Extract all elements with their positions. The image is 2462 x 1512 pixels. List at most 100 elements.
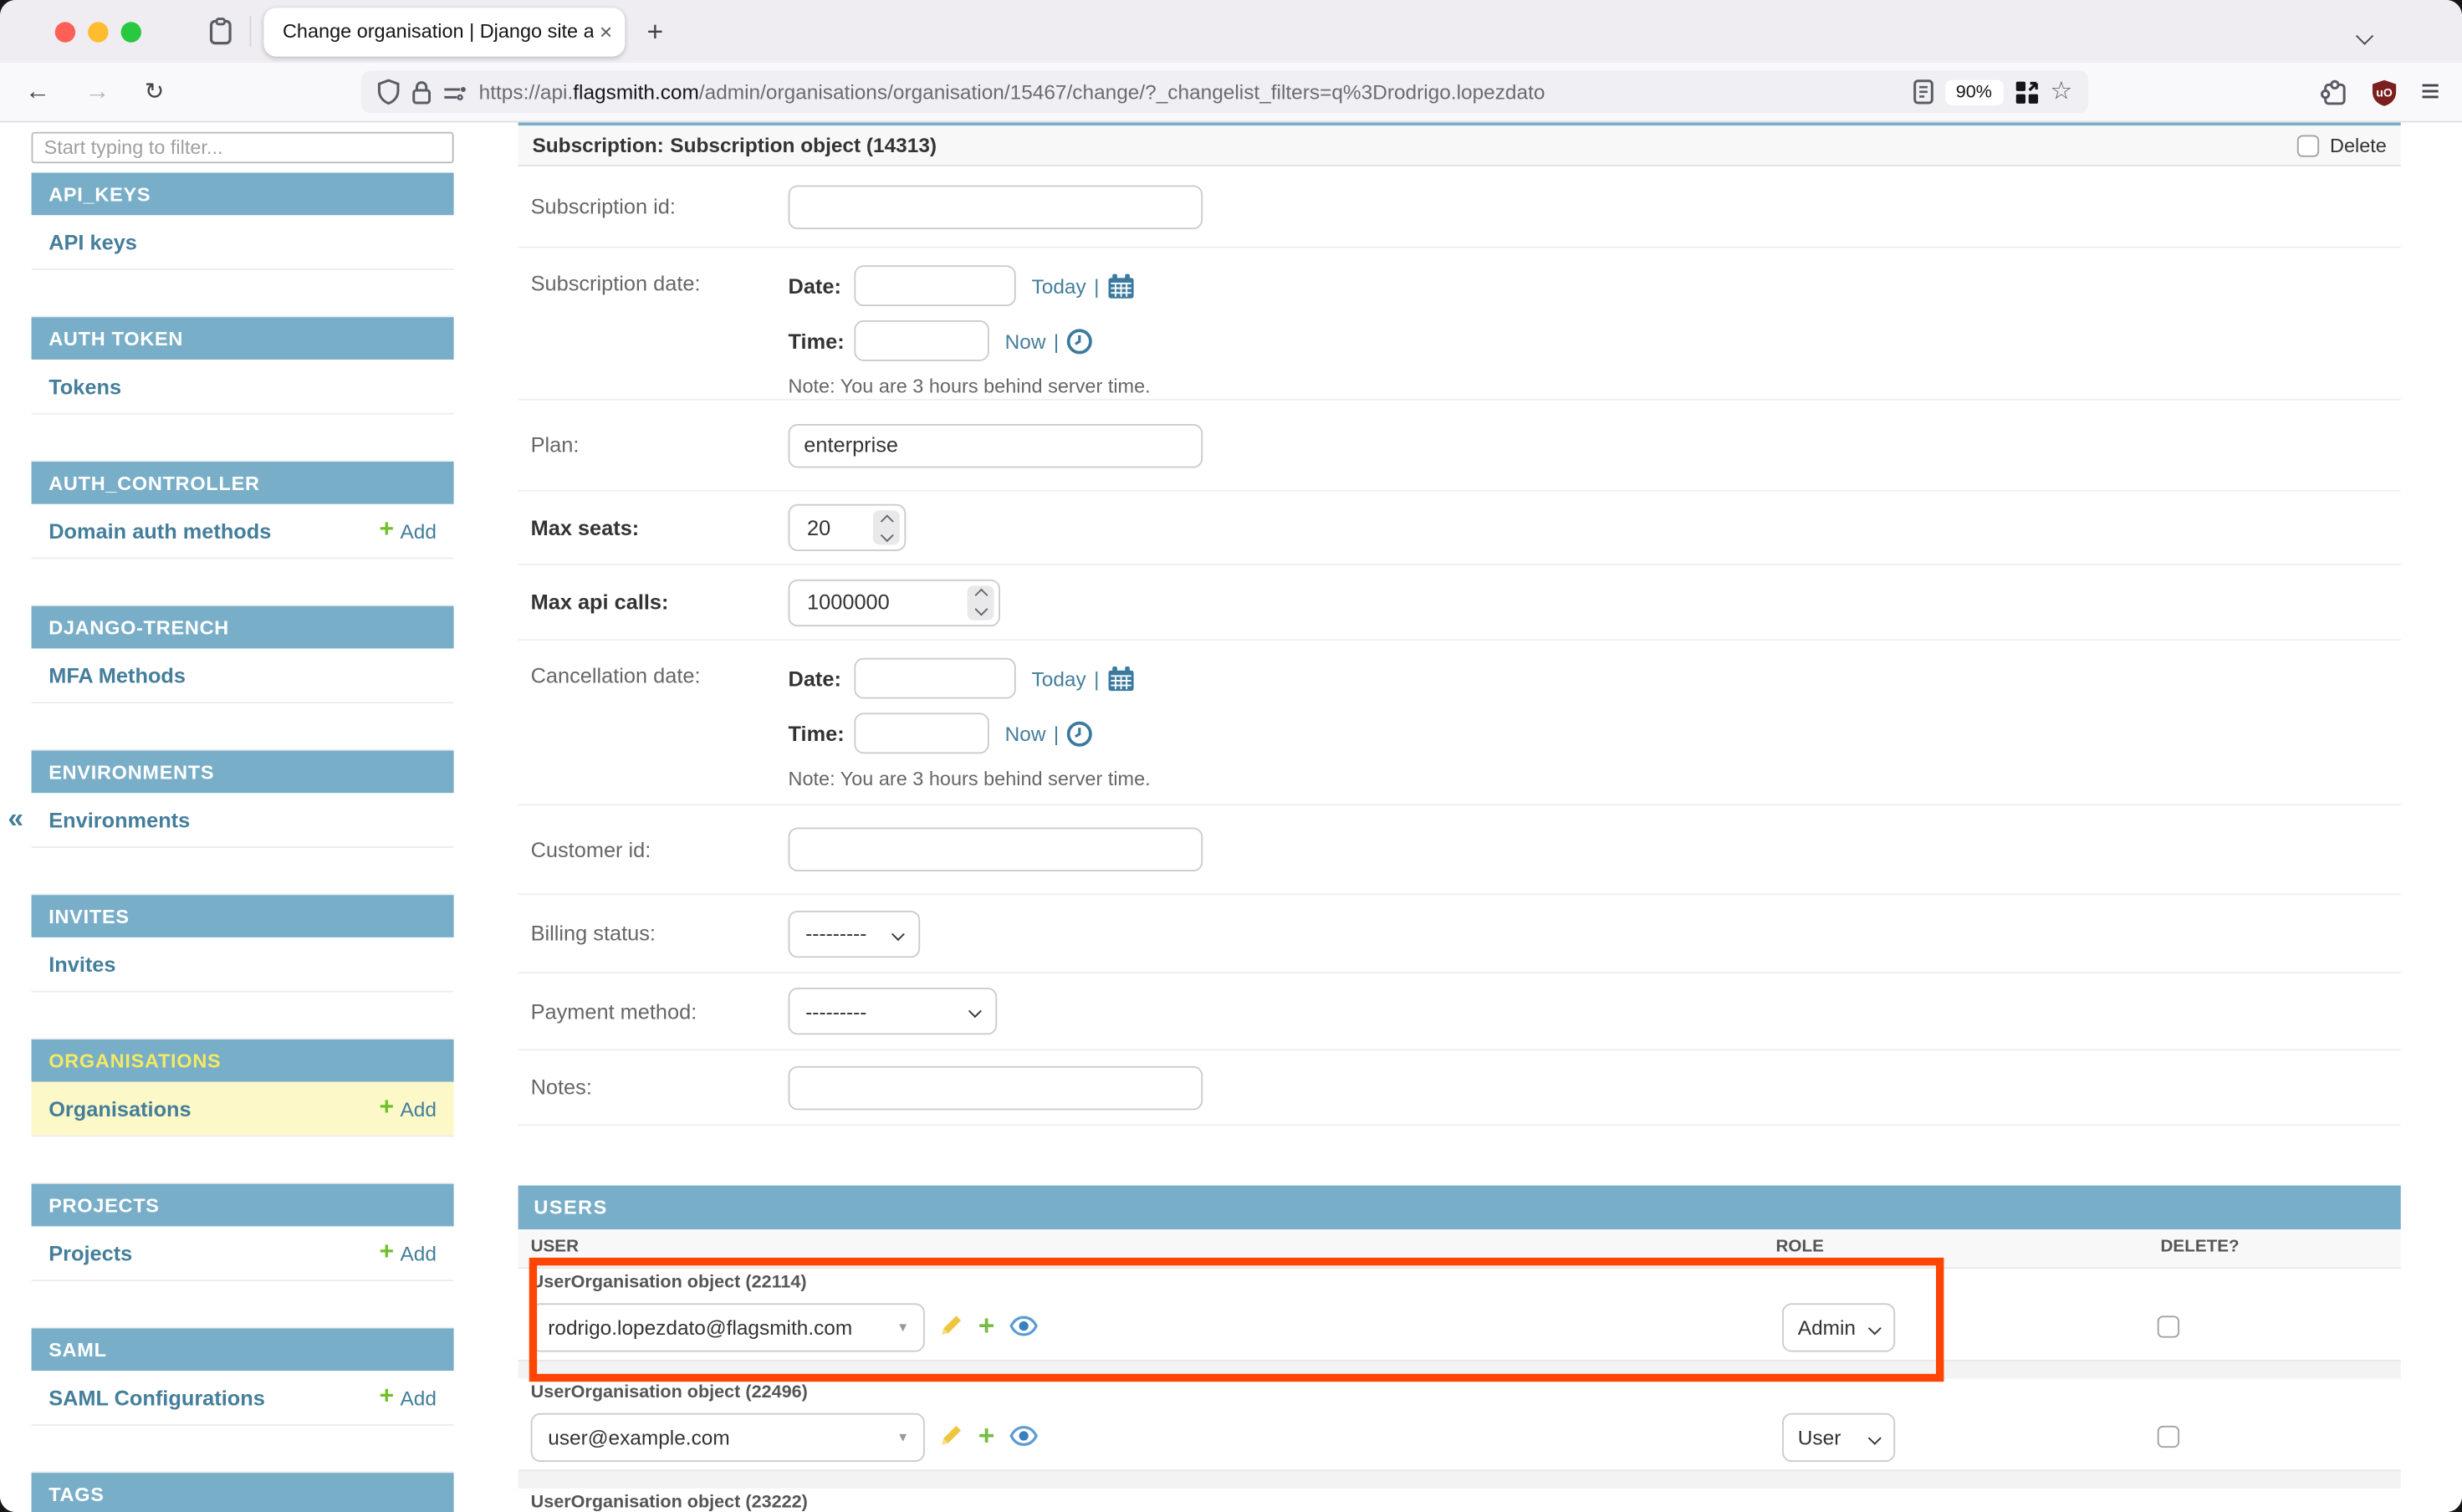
zoom-level-badge[interactable]: 90% — [1945, 79, 2004, 105]
notes-input[interactable] — [789, 1065, 1203, 1110]
window-close-button[interactable] — [55, 21, 75, 41]
cancellation-date-input[interactable] — [854, 658, 1015, 699]
edit-pencil-icon[interactable] — [939, 1313, 964, 1338]
role-select[interactable]: Admin — [1782, 1303, 1895, 1351]
cancellation-date-row: Cancellation date: Date: Today | Time: — [518, 641, 2401, 805]
sidebar-collapse-icon[interactable]: « — [8, 802, 23, 835]
spinner-icon[interactable] — [968, 585, 994, 619]
sidebar-filter-input[interactable] — [32, 132, 454, 164]
plan-row: Plan: — [518, 401, 2401, 492]
tracking-shield-icon[interactable] — [377, 79, 401, 105]
section-spacer — [32, 415, 454, 462]
calendar-icon[interactable] — [1107, 665, 1136, 692]
sidebar-item-saml-configurations[interactable]: SAML Configurations +Add — [32, 1371, 454, 1426]
max-api-calls-input[interactable] — [804, 589, 904, 616]
plan-input[interactable] — [789, 423, 1203, 467]
user-select[interactable]: rodrigo.lopezdato@flagsmith.com▼ — [531, 1303, 925, 1351]
add-link[interactable]: +Add — [379, 1240, 437, 1265]
window-minimize-button[interactable] — [88, 21, 108, 41]
new-tab-button[interactable]: + — [647, 18, 664, 46]
max-api-calls-stepper[interactable] — [789, 579, 1000, 626]
max-seats-row: Max seats: — [518, 492, 2401, 565]
url-text: https://api.flagsmith.com/admin/organisa… — [479, 80, 1901, 104]
users-column-headers: USER ROLE DELETE? — [518, 1229, 2401, 1269]
sidebar-item-environments[interactable]: Environments — [32, 793, 454, 848]
back-button[interactable]: ← — [25, 79, 50, 105]
sidebar-item-api-keys[interactable]: API keys — [32, 215, 454, 270]
customer-id-row: Customer id: — [518, 805, 2401, 895]
sidebar-item-invites[interactable]: Invites — [32, 937, 454, 993]
customer-id-input[interactable] — [789, 827, 1203, 871]
chevron-down-icon — [1868, 1431, 1882, 1444]
sidebar-section-api-keys: API_KEYS — [32, 173, 454, 216]
server-time-note: Note: You are 3 hours behind server time… — [789, 375, 1151, 397]
sidebar-item-domain-auth-methods[interactable]: Domain auth methods +Add — [32, 504, 454, 559]
plus-icon: + — [379, 518, 394, 544]
active-tab[interactable]: Change organisation | Django site ad × — [263, 7, 625, 55]
calendar-icon[interactable] — [1107, 273, 1136, 299]
plus-icon: + — [379, 1240, 394, 1265]
sidebar-section-auth-controller: AUTH_CONTROLLER — [32, 462, 454, 504]
svg-text:uO: uO — [2376, 85, 2393, 99]
server-time-note: Note: You are 3 hours behind server time… — [789, 768, 1151, 789]
today-link[interactable]: Today — [1032, 274, 1086, 298]
ublock-shield-icon[interactable]: uO — [2371, 78, 2398, 106]
reader-mode-icon[interactable] — [1912, 79, 1933, 105]
now-link[interactable]: Now — [1005, 329, 1046, 352]
user-select[interactable]: user@example.com▼ — [531, 1413, 925, 1462]
user-row: user@example.com▼ + User — [518, 1410, 2401, 1469]
sidebar-item-tokens[interactable]: Tokens — [32, 360, 454, 415]
tabs-dropdown-icon[interactable] — [2358, 22, 2371, 50]
menu-hamburger-icon[interactable]: ≡ — [2421, 75, 2440, 108]
subscription-date-input[interactable] — [854, 265, 1015, 306]
sidebar-section-organisations: ORGANISATIONS — [32, 1040, 454, 1082]
section-spacer — [32, 848, 454, 895]
extensions-puzzle-icon[interactable] — [2319, 78, 2347, 106]
delete-row-checkbox[interactable] — [2158, 1315, 2179, 1337]
add-plus-icon[interactable]: + — [978, 1421, 995, 1449]
role-select[interactable]: User — [1782, 1413, 1895, 1462]
payment-method-row: Payment method: --------- — [518, 973, 2401, 1050]
cancellation-time-input[interactable] — [854, 713, 988, 753]
today-link[interactable]: Today — [1032, 667, 1086, 690]
tab-close-icon[interactable]: × — [600, 20, 612, 42]
window-zoom-button[interactable] — [121, 21, 141, 41]
spinner-icon[interactable] — [873, 510, 900, 544]
now-link[interactable]: Now — [1005, 722, 1046, 745]
billing-status-select[interactable]: --------- — [789, 910, 921, 957]
row-separator — [518, 1360, 2401, 1379]
edit-pencil-icon[interactable] — [939, 1423, 964, 1448]
lock-icon[interactable] — [411, 79, 432, 105]
user-organisation-object-label: UserOrganisation object (23222) — [518, 1489, 2401, 1512]
browser-toolbar: ← → ↻ https://api.flagsmith.com/admin/or… — [0, 63, 2462, 122]
delete-checkbox[interactable] — [2297, 135, 2319, 156]
add-plus-icon[interactable]: + — [978, 1311, 995, 1340]
bookmark-star-icon[interactable]: ☆ — [2050, 79, 2072, 105]
max-seats-stepper[interactable] — [789, 504, 907, 551]
subscription-time-input[interactable] — [854, 320, 988, 361]
max-seats-input[interactable] — [804, 514, 866, 541]
clock-icon[interactable] — [1067, 327, 1094, 354]
extension-grid-icon[interactable] — [2014, 79, 2039, 105]
add-link[interactable]: +Add — [379, 518, 437, 544]
sidebar-item-mfa-methods[interactable]: MFA Methods — [32, 648, 454, 703]
add-link[interactable]: +Add — [379, 1096, 437, 1121]
clock-icon[interactable] — [1067, 720, 1094, 747]
sidebar-section-auth-token: AUTH TOKEN — [32, 317, 454, 360]
clipboard-icon[interactable] — [207, 17, 234, 47]
users-section-header: USERS — [518, 1186, 2401, 1230]
max-api-calls-row: Max api calls: — [518, 565, 2401, 641]
reload-button[interactable]: ↻ — [145, 80, 165, 104]
address-bar[interactable]: https://api.flagsmith.com/admin/organisa… — [361, 70, 2088, 113]
add-link[interactable]: +Add — [379, 1385, 437, 1410]
delete-row-checkbox[interactable] — [2158, 1426, 2179, 1448]
view-eye-icon[interactable] — [1009, 1425, 1037, 1445]
permissions-icon[interactable] — [442, 83, 467, 102]
payment-method-select[interactable]: --------- — [789, 988, 998, 1034]
sidebar-item-organisations[interactable]: Organisations +Add — [32, 1082, 454, 1137]
billing-status-row: Billing status: --------- — [518, 895, 2401, 973]
delete-label: Delete — [2330, 135, 2387, 156]
subscription-id-input[interactable] — [789, 185, 1203, 229]
view-eye-icon[interactable] — [1009, 1315, 1037, 1335]
sidebar-item-projects[interactable]: Projects +Add — [32, 1226, 454, 1281]
